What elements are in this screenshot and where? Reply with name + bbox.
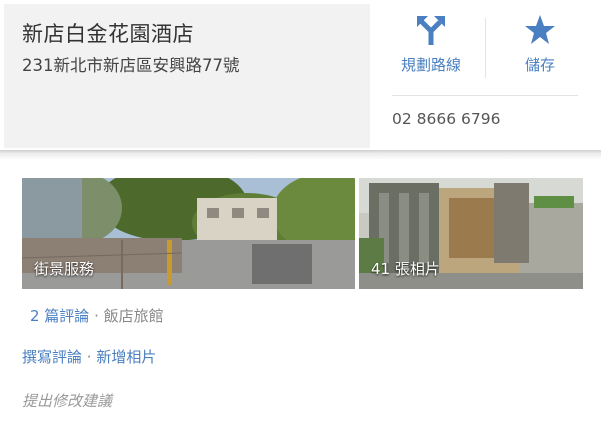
save-button[interactable]: 儲存 xyxy=(504,14,576,75)
reviews-link[interactable]: 2 篇評論 xyxy=(30,307,89,325)
photos-thumbnail[interactable]: 41 張相片 xyxy=(359,178,583,289)
phone-number[interactable]: 02 8666 6796 xyxy=(392,110,500,128)
save-label: 儲存 xyxy=(524,56,555,74)
directions-icon xyxy=(417,16,445,45)
add-photo-link[interactable]: 新增相片 xyxy=(96,348,156,366)
place-address: 231新北市新店區安興路77號 xyxy=(22,56,240,75)
meta-separator: · xyxy=(89,307,104,325)
suggest-edit-link[interactable]: 提出修改建議 xyxy=(22,390,112,411)
actions-divider xyxy=(485,18,486,78)
phone-divider xyxy=(392,95,578,96)
place-category: 飯店旅館 xyxy=(103,307,164,325)
directions-button[interactable]: 規劃路線 xyxy=(392,14,470,75)
streetview-thumbnail[interactable]: 街景服務 xyxy=(22,178,355,289)
star-icon xyxy=(525,15,555,44)
header-shadow xyxy=(0,150,601,160)
reviews-row: 2 篇評論 · 飯店旅館 xyxy=(30,305,164,326)
contribute-separator: · xyxy=(82,348,97,366)
streetview-label: 街景服務 xyxy=(34,260,95,278)
contribute-row: 撰寫評論 · 新增相片 xyxy=(22,346,156,367)
directions-label: 規劃路線 xyxy=(400,56,461,74)
place-name: 新店白金花園酒店 xyxy=(22,22,194,46)
place-title-box: 新店白金花園酒店 231新北市新店區安興路77號 xyxy=(4,4,370,148)
write-review-link[interactable]: 撰寫評論 xyxy=(22,348,82,366)
place-header: 新店白金花園酒店 231新北市新店區安興路77號 規劃路線 儲存 02 8666… xyxy=(0,0,601,150)
photos-label: 41 張相片 xyxy=(371,260,440,278)
